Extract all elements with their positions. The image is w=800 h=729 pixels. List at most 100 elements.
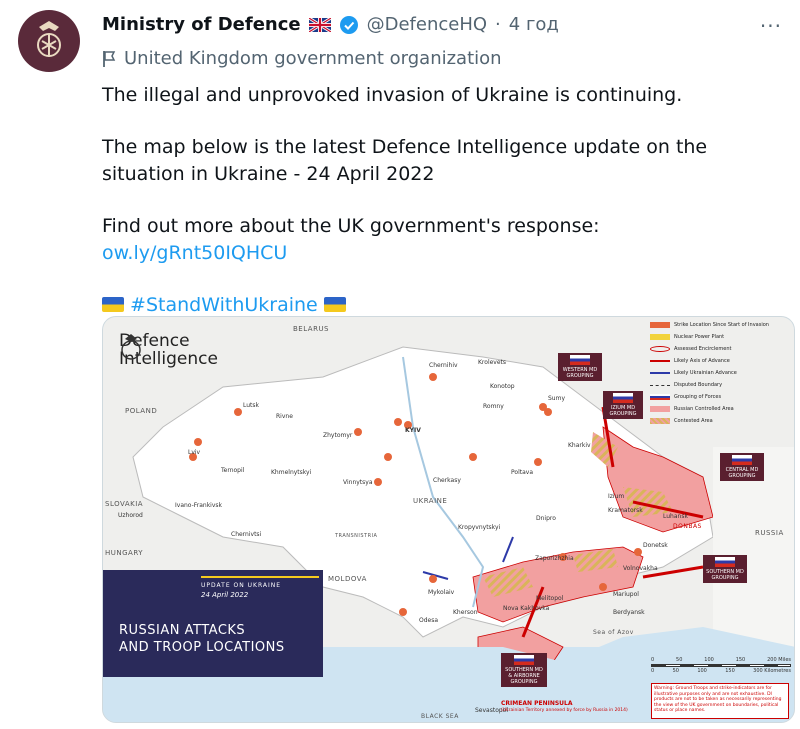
city-volnovakha: Volnovakha xyxy=(623,565,658,572)
legend-label: Nuclear Power Plant xyxy=(674,334,725,340)
legend-row: Disputed Boundary xyxy=(650,379,794,391)
scale-tick: 100 xyxy=(704,657,714,663)
legend-row: Assessed Encirclement xyxy=(650,343,794,355)
scale-tick: 300 Kilometres xyxy=(753,668,791,674)
tweet-line-3: Find out more about the UK government's … xyxy=(102,213,782,267)
legend-label: Strike Location Since Start of Invasion xyxy=(674,322,769,328)
crest-icon xyxy=(37,21,61,57)
city-kyiv: KYIV xyxy=(405,427,421,434)
strike-icon xyxy=(650,322,670,328)
map-warning: Warning: Ground Troops and strike-indica… xyxy=(651,683,789,719)
russia-flag-icon xyxy=(514,655,534,665)
region-transnistria: TRANSNISTRIA xyxy=(335,533,378,539)
russia-flag-icon xyxy=(650,394,670,400)
city-berdyansk: Berdyansk xyxy=(613,609,645,616)
author-handle[interactable]: @DefenceHQ xyxy=(367,14,487,35)
russia-flag-icon xyxy=(715,557,735,567)
panel-title-line-2: AND TROOP LOCATIONS xyxy=(119,640,285,655)
group-western: WESTERN MD GROUPING xyxy=(558,353,602,381)
tweet-link[interactable]: ow.ly/gRnt50IQHCU xyxy=(102,242,287,264)
city-chernivtsi: Chernivtsi xyxy=(231,531,262,538)
panel-update-label: UPDATE ON UKRAINE xyxy=(201,582,282,589)
city-ternopil: Ternopil xyxy=(221,467,245,474)
city-kramatorsk: Kramatorsk xyxy=(608,507,643,514)
city-lviv: Lviv xyxy=(188,449,201,456)
city-izium: Izium xyxy=(608,493,625,500)
russia-flag-icon xyxy=(570,355,590,365)
scale-tick: 200 Miles xyxy=(767,657,791,663)
encirclement-icon xyxy=(650,346,670,352)
country-slovakia: SLOVAKIA xyxy=(105,500,144,508)
country-ukraine: UKRAINE xyxy=(413,497,448,505)
scale-tick: 0 xyxy=(651,657,655,663)
city-cherkasy: Cherkasy xyxy=(433,477,461,484)
sea-azov: Sea of Azov xyxy=(593,629,634,636)
panel-accent-line xyxy=(201,576,319,578)
country-hungary: HUNGARY xyxy=(105,549,144,557)
group-central: CENTRAL MD GROUPING xyxy=(720,453,764,481)
legend-label: Grouping of Forces xyxy=(674,394,722,400)
sea-black: BLACK SEA xyxy=(421,713,459,720)
scale-tick: 150 xyxy=(725,668,735,674)
city-kropyvnytskyi: Kropyvnytskyi xyxy=(458,524,501,531)
legend-row: Likely Ukrainian Advance xyxy=(650,367,794,379)
city-vinnytsia: Vinnytsya xyxy=(343,479,373,486)
uk-flag-icon xyxy=(308,17,331,32)
panel-title-line-1: RUSSIAN ATTACKS xyxy=(119,623,246,638)
scale-tick: 100 xyxy=(697,668,707,674)
affiliation-label: United Kingdom government organization xyxy=(102,48,502,69)
author-name[interactable]: Ministry of Defence xyxy=(102,14,301,35)
legend-row: Nuclear Power Plant xyxy=(650,331,794,343)
city-poltava: Poltava xyxy=(511,469,533,476)
map-scale: 0 50 100 150 200 Miles 0 50 100 150 300 … xyxy=(651,657,791,674)
legend-label: Likely Ukrainian Advance xyxy=(674,370,737,376)
verified-badge-icon xyxy=(339,15,358,34)
city-lutsk: Lutsk xyxy=(243,402,259,409)
scale-km: 0 50 100 150 300 Kilometres xyxy=(651,668,791,674)
panel-title: RUSSIAN ATTACKS AND TROOP LOCATIONS xyxy=(119,622,285,656)
map-legend: Strike Location Since Start of Invasion … xyxy=(650,319,794,427)
city-zaporizhzhia: Zaporizhzhia xyxy=(535,555,574,562)
avatar[interactable] xyxy=(18,10,80,72)
legend-label: Contested Area xyxy=(674,418,713,424)
country-russia: RUSSIA xyxy=(755,529,784,537)
legend-label: Assessed Encirclement xyxy=(674,346,732,352)
city-khmelnytskyi: Khmelnytskyi xyxy=(271,469,312,476)
tweet-text: The illegal and unprovoked invasion of U… xyxy=(102,82,782,344)
city-mykolaiv: Mykolaiv xyxy=(428,589,455,596)
crimea-title: CRIMEAN PENINSULA xyxy=(501,700,573,707)
city-melitopol: Melitopol xyxy=(536,595,564,602)
city-rivne: Rivne xyxy=(276,413,293,420)
tweet-timestamp[interactable]: 4 год xyxy=(509,14,559,35)
city-dnipro: Dnipro xyxy=(536,515,556,522)
blue-arrow-icon xyxy=(650,372,670,374)
russia-flag-icon xyxy=(732,455,752,465)
legend-label: Disputed Boundary xyxy=(674,382,723,388)
city-sumy: Sumy xyxy=(548,395,566,402)
legend-label: Likely Axis of Advance xyxy=(674,358,730,364)
legend-row: Contested Area xyxy=(650,415,794,427)
country-poland: POLAND xyxy=(125,407,158,415)
legend-row: Grouping of Forces xyxy=(650,391,794,403)
crimea-subtitle: (Ukrainian Territory annexed by force by… xyxy=(501,708,628,713)
city-romny: Romny xyxy=(483,403,504,410)
city-odesa: Odesa xyxy=(419,617,439,624)
scale-bar xyxy=(651,664,791,667)
city-nova-kakhovka: Nova Kakhovka xyxy=(503,605,550,612)
red-arrow-icon xyxy=(650,360,670,362)
scale-tick: 50 xyxy=(676,657,683,663)
legend-row: Russian Controlled Area xyxy=(650,403,794,415)
tweet-hashtag-line: #StandWithUkraine xyxy=(102,292,782,319)
group-southern-airborne: SOUTHERN MD & AIRBORNE GROUPING xyxy=(501,653,547,687)
city-kherson: Kherson xyxy=(453,609,478,616)
di-crest-icon xyxy=(121,334,141,360)
group-western-label: WESTERN MD GROUPING xyxy=(562,367,598,379)
group-izium: IZIUM MD GROUPING xyxy=(603,391,643,419)
city-mariupol: Mariupol xyxy=(613,591,639,598)
more-icon[interactable]: ··· xyxy=(760,14,782,38)
scale-miles: 0 50 100 150 200 Miles xyxy=(651,657,791,663)
map-image[interactable]: Defence Intelligence BELARUS POLAND SLOV… xyxy=(102,316,795,723)
scale-tick: 50 xyxy=(672,668,679,674)
tweet-line-2: The map below is the latest Defence Inte… xyxy=(102,136,708,185)
hashtag-link[interactable]: #StandWithUkraine xyxy=(130,294,318,316)
